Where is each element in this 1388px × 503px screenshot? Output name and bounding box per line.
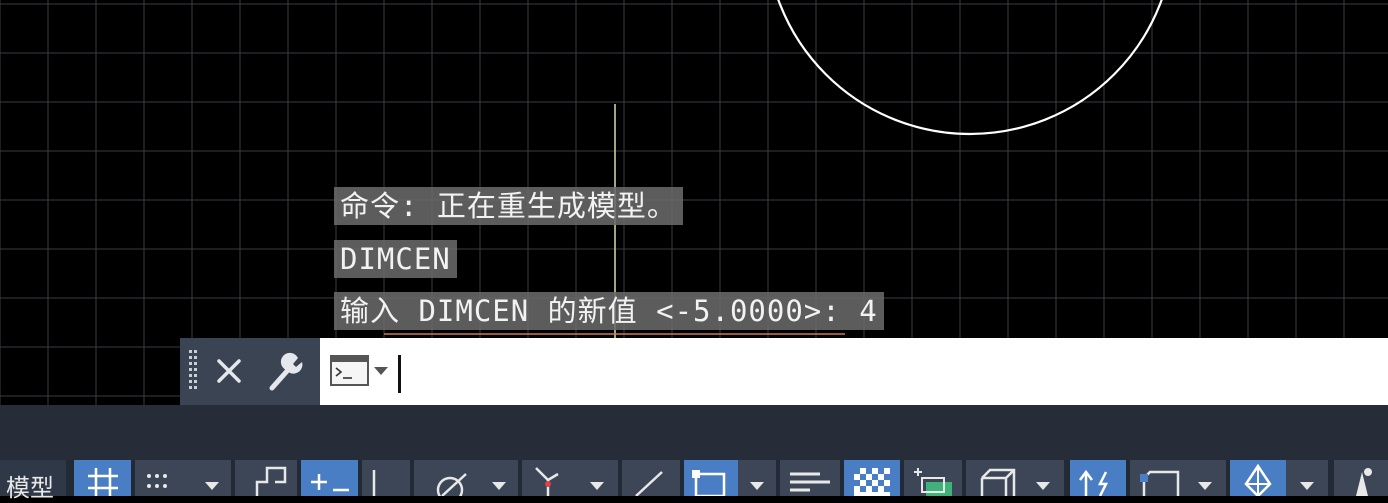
drawn-circle[interactable] [766,0,1174,136]
chevron-down-icon [374,367,388,375]
cursor-line-icon [372,470,376,496]
object-snap-dropdown[interactable] [738,460,776,496]
isodraft-button[interactable] [522,460,618,496]
status-bar: 模型 [0,460,1388,502]
transparency-button[interactable] [844,460,900,496]
grid-icon [88,468,118,496]
chevron-down-icon [1198,482,1212,490]
command-input-area[interactable] [320,338,1388,405]
lineweight-icon [790,472,830,492]
annotation-scale-button[interactable] [1334,460,1388,496]
chevron-down-icon [750,482,764,490]
snap-toggle-button[interactable] [135,460,231,496]
annotation-monitor-dropdown[interactable] [1286,460,1328,496]
polar-tracking-button[interactable] [414,460,518,496]
chevron-down-icon [590,482,604,490]
command-prompt-icon[interactable] [330,354,394,390]
chevron-down-icon [492,482,506,490]
wrench-icon[interactable] [266,348,306,394]
3d-osnap-button[interactable] [966,460,1064,496]
command-input[interactable] [406,348,1380,396]
status-bar-spacer [0,405,1388,460]
selection-cycling-icon [914,468,952,496]
snap-icon [147,474,219,490]
model-tab-label: 模型 [6,474,54,502]
infer-constraints-button[interactable] [362,460,410,496]
annotation-monitor-icon [1244,463,1272,496]
dynamic-input-icon [311,474,349,492]
transparency-icon [854,468,890,496]
dynamic-input-button[interactable] [301,460,358,496]
model-tab[interactable]: 模型 [0,460,66,502]
text-caret [398,355,401,393]
3d-osnap-icon [980,468,1050,496]
isodraft-icon [535,467,604,496]
ortho-icon [255,466,287,496]
dynamic-ucs-button[interactable] [1070,460,1126,496]
close-icon[interactable] [210,348,250,394]
command-line-bar [180,338,1388,405]
selection-cycling-button[interactable] [904,460,962,496]
lineweight-button[interactable] [780,460,840,496]
command-history-line-2: DIMCEN [334,240,457,278]
chevron-down-icon [205,482,219,490]
dynamic-ucs-icon [1079,469,1109,496]
ortho-toggle-button[interactable] [235,460,297,496]
object-snap-tracking-icon [635,471,663,496]
object-snap-tracking-button[interactable] [622,460,680,496]
chevron-down-icon [1300,482,1314,490]
command-history-line-3: 输入 DIMCEN 的新值 <-5.0000>: 4 [334,292,884,330]
annotation-scale-icon [1356,468,1372,496]
object-snap-button[interactable] [684,460,738,496]
command-history-line-1: 命令: 正在重生成模型。 [334,187,683,225]
object-snap-icon [692,470,726,496]
gizmo-button[interactable] [1130,460,1226,496]
chevron-down-icon [1036,482,1050,490]
annotation-monitor-button[interactable] [1230,460,1286,496]
gizmo-icon [1140,470,1212,496]
drag-handle-icon[interactable] [188,348,198,394]
polar-tracking-icon [436,473,506,496]
grid-toggle-button[interactable] [74,460,131,496]
